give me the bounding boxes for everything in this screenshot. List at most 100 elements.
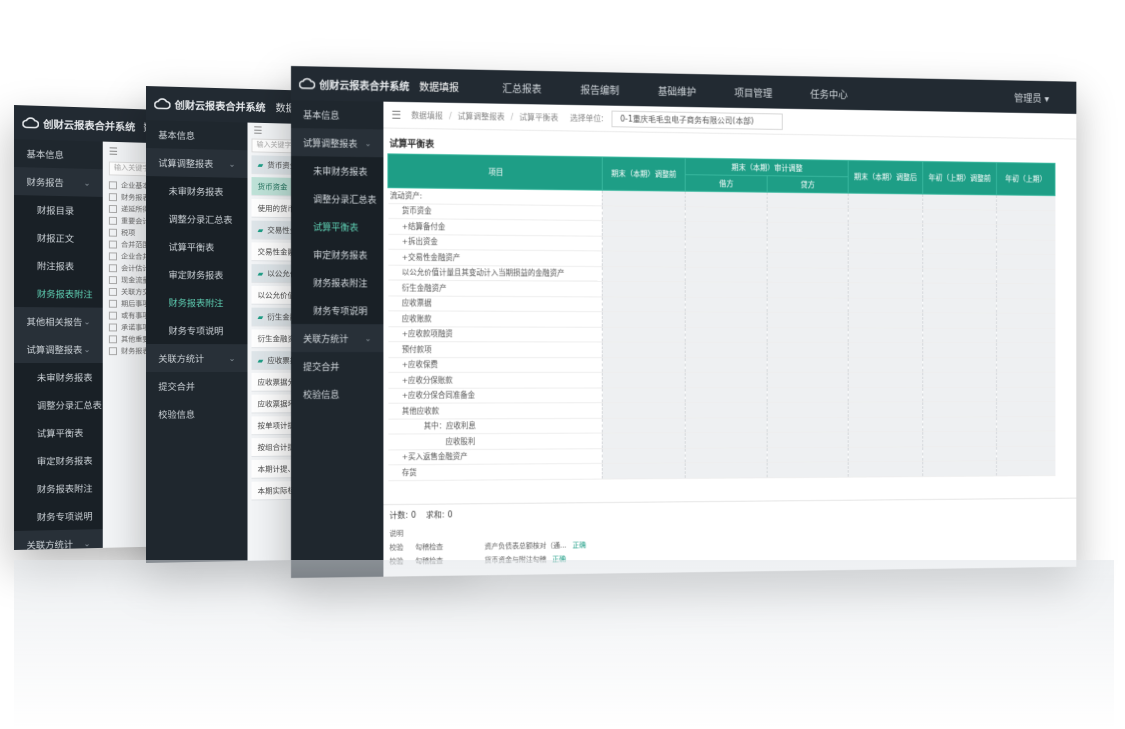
- checkbox[interactable]: [108, 311, 118, 320]
- table-cell[interactable]: [685, 236, 768, 253]
- checkbox[interactable]: [108, 264, 118, 273]
- table-cell[interactable]: [996, 430, 1056, 446]
- table-cell[interactable]: [922, 401, 997, 417]
- sidebar-item[interactable]: 调整分录汇总表: [14, 390, 103, 419]
- table-cell[interactable]: [848, 461, 923, 477]
- table-cell[interactable]: [602, 402, 686, 418]
- app-logo[interactable]: 创财云报表合并系统: [154, 96, 266, 114]
- table-cell[interactable]: [602, 372, 686, 388]
- table-cell[interactable]: [848, 357, 923, 373]
- nav-item[interactable]: 汇总报表: [502, 80, 541, 96]
- sidebar-item[interactable]: 财务报表附注: [14, 279, 103, 308]
- module-title[interactable]: 数据填报: [419, 78, 459, 94]
- col-begin-pre[interactable]: 年初（上期）调整前: [922, 161, 997, 195]
- table-cell[interactable]: [685, 327, 768, 343]
- table-cell[interactable]: [848, 431, 923, 447]
- table-cell[interactable]: [922, 386, 997, 402]
- col-begin[interactable]: 年初（上期）: [996, 162, 1056, 196]
- table-cell[interactable]: [922, 416, 997, 432]
- table-cell[interactable]: [602, 281, 686, 297]
- table-cell[interactable]: [996, 239, 1056, 255]
- table-cell[interactable]: [602, 326, 686, 343]
- sidebar-item[interactable]: 基本信息: [291, 100, 383, 129]
- table-cell[interactable]: [996, 357, 1056, 373]
- sidebar-item[interactable]: 试算调整报表 ⌄: [146, 148, 248, 178]
- breadcrumb-item[interactable]: 试算调整报表: [458, 110, 505, 122]
- sidebar-item[interactable]: 试算平衡表: [291, 212, 384, 241]
- table-cell[interactable]: [996, 372, 1056, 387]
- checkbox[interactable]: [108, 181, 118, 190]
- table-cell[interactable]: [922, 431, 997, 447]
- table-cell[interactable]: [767, 267, 849, 283]
- sidebar-item[interactable]: 财务报告 ⌄: [14, 167, 103, 197]
- table-cell[interactable]: [685, 387, 768, 403]
- table-cell[interactable]: [602, 462, 686, 479]
- table-cell[interactable]: [848, 297, 923, 313]
- sidebar-item[interactable]: 关联方统计 ⌄: [14, 529, 103, 550]
- table-cell[interactable]: [602, 205, 686, 222]
- table-cell[interactable]: [767, 461, 849, 478]
- table-cell[interactable]: [848, 372, 923, 388]
- table-cell[interactable]: [922, 268, 997, 284]
- table-cell[interactable]: [922, 357, 997, 373]
- table-cell[interactable]: [848, 312, 923, 328]
- col-item[interactable]: 项目: [387, 153, 603, 191]
- org-select[interactable]: 0-1重庆毛毛虫电子商务有限公司(本部): [611, 110, 784, 130]
- sidebar-item[interactable]: 校验信息: [291, 380, 383, 408]
- checkbox[interactable]: [108, 323, 118, 332]
- table-cell[interactable]: [767, 192, 849, 209]
- checkbox[interactable]: [108, 252, 118, 261]
- table-cell[interactable]: [767, 431, 849, 448]
- table-cell[interactable]: [767, 297, 849, 313]
- table-cell[interactable]: [685, 206, 768, 223]
- table-cell[interactable]: [996, 327, 1056, 343]
- sidebar-item[interactable]: 调整分录汇总表: [146, 204, 248, 234]
- sidebar-item[interactable]: 财务专项说明: [14, 501, 103, 531]
- table-cell[interactable]: [685, 447, 768, 463]
- table-cell[interactable]: [767, 327, 849, 343]
- sidebar-item[interactable]: 试算调整报表 ⌄: [14, 335, 103, 364]
- table-cell[interactable]: [685, 342, 768, 358]
- table-cell[interactable]: [996, 342, 1056, 358]
- table-cell[interactable]: [848, 342, 923, 358]
- table-cell[interactable]: [922, 342, 997, 358]
- checkbox[interactable]: [108, 276, 118, 285]
- checkbox[interactable]: [108, 204, 118, 214]
- sidebar-item[interactable]: 审定财务报表: [291, 240, 384, 269]
- table-cell[interactable]: [922, 445, 997, 462]
- table-cell[interactable]: [848, 387, 923, 403]
- table-cell[interactable]: [922, 223, 997, 240]
- nav-item[interactable]: 基础维护: [658, 83, 696, 98]
- validation-result[interactable]: 正确: [572, 540, 586, 550]
- checkbox[interactable]: [108, 335, 118, 344]
- table-cell[interactable]: [922, 194, 997, 210]
- table-cell[interactable]: [685, 191, 768, 208]
- table-cell[interactable]: [602, 296, 686, 312]
- sidebar-item[interactable]: 财报正文: [14, 223, 103, 253]
- table-cell[interactable]: [602, 447, 686, 464]
- table-cell[interactable]: [996, 386, 1056, 402]
- sidebar-item[interactable]: 其他相关报告 ⌄: [14, 307, 103, 336]
- sidebar-item[interactable]: 试算平衡表: [14, 418, 103, 447]
- sidebar-item[interactable]: 未审财务报表: [14, 363, 103, 391]
- table-cell[interactable]: [996, 194, 1056, 211]
- table-cell[interactable]: [602, 311, 686, 328]
- table-cell[interactable]: [685, 221, 768, 238]
- table-cell[interactable]: [602, 357, 686, 373]
- table-cell[interactable]: [848, 327, 923, 343]
- table-cell[interactable]: [685, 296, 768, 313]
- table-cell[interactable]: [922, 460, 997, 477]
- table-cell[interactable]: [602, 417, 686, 434]
- menu-icon[interactable]: ☰: [109, 146, 118, 157]
- checkbox[interactable]: [108, 228, 118, 237]
- checkbox[interactable]: [108, 287, 118, 296]
- sidebar-item[interactable]: 未审财务报表: [291, 156, 384, 186]
- table-cell[interactable]: [602, 432, 686, 449]
- table-cell[interactable]: [848, 252, 923, 269]
- table-cell[interactable]: [602, 235, 686, 252]
- sidebar-item[interactable]: 校验信息: [146, 400, 248, 428]
- table-cell[interactable]: [922, 283, 997, 299]
- app-logo[interactable]: 创财云报表合并系统: [22, 115, 135, 133]
- table-cell[interactable]: [602, 266, 686, 282]
- table-cell[interactable]: [602, 387, 686, 403]
